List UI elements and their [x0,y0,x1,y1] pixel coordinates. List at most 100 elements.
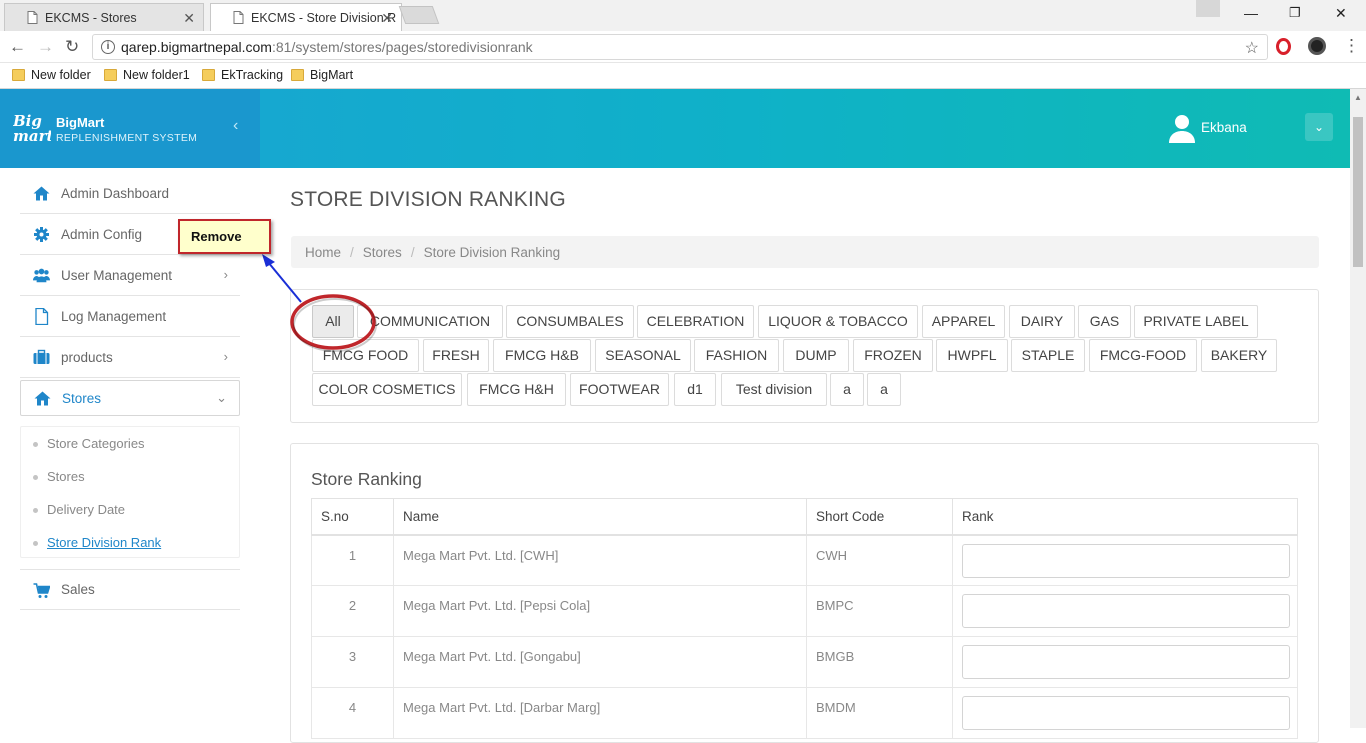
username[interactable]: Ekbana [1201,120,1247,135]
division-button[interactable]: HWPFL [936,339,1008,372]
column-header-sno: S.no [311,498,394,536]
division-button[interactable]: FMCG H&H [467,373,566,406]
sidebar-item-sales[interactable]: Sales [20,569,240,610]
division-button[interactable]: COLOR COSMETICS [312,373,462,406]
brand-title: BigMart [56,115,105,130]
folder-icon [104,69,117,81]
division-button[interactable]: LIQUOR & TOBACCO [758,305,918,338]
cell-sno: 4 [311,687,394,739]
division-button[interactable]: a [830,373,864,406]
division-button[interactable]: CONSUMBALES [506,305,634,338]
forward-icon[interactable]: → [37,37,54,57]
division-button[interactable]: FOOTWEAR [570,373,669,406]
user-dropdown-button[interactable]: ⌄ [1305,113,1333,141]
submenu-delivery-date[interactable]: Delivery Date [32,502,125,517]
division-button-all[interactable]: All [312,305,354,338]
minimize-icon[interactable]: — [1244,5,1258,21]
submenu-stores[interactable]: Stores [33,469,85,484]
division-button[interactable]: FRESH [423,339,489,372]
url-input[interactable]: i qarep.bigmartnepal.com:81/system/store… [92,34,1268,60]
restore-icon[interactable]: ❐ [1289,5,1301,21]
breadcrumb-current: Store Division Ranking [423,244,561,260]
browser-tab-stores[interactable]: EKCMS - Stores ✕ [4,3,204,31]
document-icon [27,11,38,24]
division-button[interactable]: FMCG H&B [493,339,591,372]
bookmark-label: EkTracking [221,68,284,82]
profile-icon[interactable] [1196,0,1220,17]
home-icon [34,391,51,406]
division-button[interactable]: COMMUNICATION [357,305,503,338]
cell-name: Mega Mart Pvt. Ltd. [CWH] [393,534,807,586]
sidebar-item-label: products [61,349,113,365]
page-scrollbar[interactable]: ▲ [1350,89,1366,728]
folder-icon [291,69,304,81]
breadcrumb-home[interactable]: Home [305,245,341,260]
rank-input[interactable] [962,594,1290,628]
division-button[interactable]: FMCG-FOOD [1089,339,1197,372]
division-button[interactable]: APPAREL [922,305,1005,338]
table-header-row: S.no Name Short Code Rank [311,498,1298,536]
scrollbar-thumb[interactable] [1353,117,1363,267]
rank-input[interactable] [962,645,1290,679]
scroll-up-icon[interactable]: ▲ [1354,93,1362,102]
browser-tab-store-division[interactable]: EKCMS - Store Division R ✕ [210,3,402,31]
cell-short-code: CWH [806,534,953,586]
bookmark-star-icon[interactable]: ☆ [1245,38,1259,58]
chevron-down-icon: ⌄ [216,390,227,405]
sidebar-item-log-management[interactable]: Log Management [20,296,240,337]
close-window-icon[interactable]: ✕ [1335,5,1347,22]
back-icon[interactable]: ← [9,37,26,57]
tab-title: EKCMS - Store Division R [251,10,397,25]
submenu-store-categories[interactable]: Store Categories [33,436,145,451]
collapse-sidebar-icon[interactable]: ‹ [233,117,238,135]
cell-rank [952,534,1298,586]
svg-text:mart: mart [13,127,51,143]
app-header: Big mart BigMart REPLENISHMENT SYSTEM ‹ E… [0,89,1350,168]
cell-sno: 2 [311,585,394,637]
division-button[interactable]: SEASONAL [595,339,691,372]
division-button[interactable]: FASHION [694,339,779,372]
rank-input[interactable] [962,696,1290,730]
reload-icon[interactable]: ↻ [65,37,79,57]
sidebar-item-user-management[interactable]: User Management › [20,255,240,296]
rank-input[interactable] [962,543,1290,578]
division-button[interactable]: d1 [674,373,716,406]
close-tab-icon[interactable]: ✕ [183,10,195,27]
division-button[interactable]: FROZEN [853,339,933,372]
sidebar-item-products[interactable]: products › [20,337,240,378]
division-button[interactable]: CELEBRATION [637,305,754,338]
address-bar-row: ← → ↻ i qarep.bigmartnepal.com:81/system… [0,31,1366,63]
sidebar-item-label: User Management [61,267,173,283]
division-button[interactable]: GAS [1078,305,1131,338]
extension-icon[interactable] [1308,37,1326,55]
file-icon [35,308,49,325]
menu-icon[interactable]: ⋮ [1343,36,1360,56]
bookmark-new-folder1[interactable]: New folder1 [104,68,190,82]
division-button[interactable]: PRIVATE LABEL [1134,305,1258,338]
division-button[interactable]: FMCG FOOD [312,339,419,372]
bookmark-new-folder[interactable]: New folder [12,68,91,82]
bookmarks-bar: New folder New folder1 EkTracking BigMar… [0,63,1366,89]
division-button[interactable]: BAKERY [1201,339,1277,372]
breadcrumb-stores[interactable]: Stores [363,245,402,260]
division-button[interactable]: a [867,373,901,406]
bookmark-bigmart[interactable]: BigMart [291,68,353,82]
sidebar-item-label: Admin Config [61,226,143,242]
sidebar-item-label: Admin Dashboard [61,185,170,201]
sidebar-item-admin-dashboard[interactable]: Admin Dashboard [20,173,240,214]
stores-submenu: Store Categories Stores Delivery Date St… [20,426,240,558]
new-tab-button[interactable] [398,6,440,24]
table-row: 3 Mega Mart Pvt. Ltd. [Gongabu] BMGB [311,636,1298,688]
division-button[interactable]: DAIRY [1009,305,1075,338]
submenu-store-division-rank[interactable]: Store Division Rank [32,535,161,550]
division-button[interactable]: Test division [721,373,827,406]
cell-rank [952,636,1298,688]
division-button[interactable]: STAPLE [1011,339,1085,372]
close-tab-icon[interactable]: ✕ [381,10,393,27]
sidebar-item-stores[interactable]: Stores ⌄ [20,380,240,416]
division-button[interactable]: DUMP [783,339,849,372]
cell-sno: 3 [311,636,394,688]
bookmark-ektracking[interactable]: EkTracking [202,68,283,82]
info-icon[interactable]: i [101,40,115,54]
opera-extension-icon[interactable] [1276,38,1291,55]
